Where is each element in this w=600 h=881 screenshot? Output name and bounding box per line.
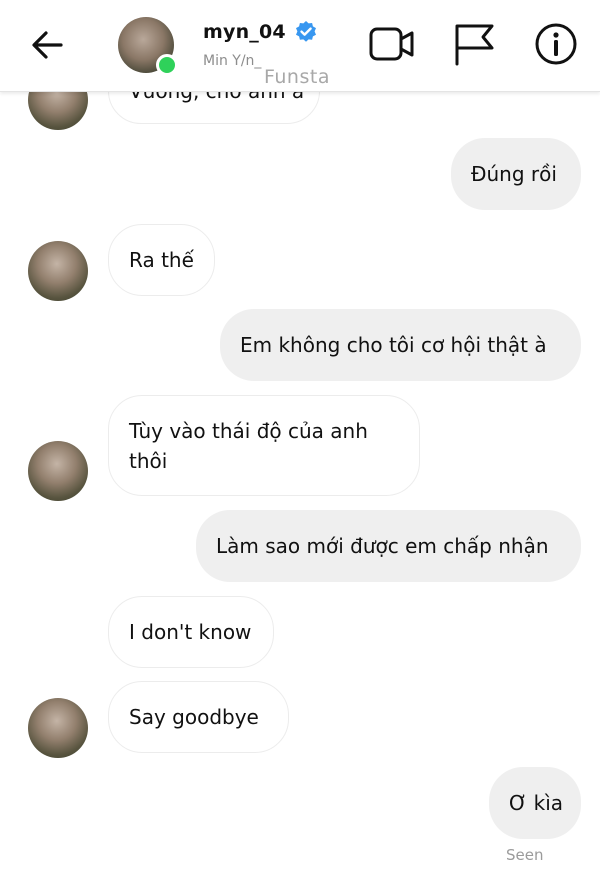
seen-status: Seen	[506, 846, 544, 864]
display-name: Min Y/n_	[203, 53, 262, 69]
message-bubble-outgoing[interactable]: Em không cho tôi cơ hội thật à	[220, 309, 581, 381]
flag-icon	[455, 24, 494, 66]
message-bubble-outgoing[interactable]: Làm sao mới được em chấp nhận	[196, 510, 581, 582]
sender-avatar[interactable]	[28, 441, 88, 501]
report-button[interactable]	[450, 21, 498, 67]
message-thread: Vương, cho anh à Đúng rồi Ra thế Em khôn…	[0, 0, 600, 881]
watermark-text: Funsta	[264, 66, 330, 88]
info-icon	[535, 23, 577, 65]
online-indicator	[156, 54, 178, 76]
message-bubble-incoming[interactable]: Tùy vào thái độ của anh thôi	[108, 395, 420, 496]
message-bubble-incoming[interactable]: Ra thế	[108, 224, 215, 296]
video-camera-icon	[369, 27, 414, 61]
verified-badge-icon	[295, 21, 316, 42]
arrow-left-icon	[32, 31, 63, 59]
profile-name-row[interactable]: myn_04	[203, 20, 318, 44]
username: myn_04	[203, 21, 286, 43]
video-call-button[interactable]	[368, 21, 416, 67]
message-bubble-incoming[interactable]: Say goodbye	[108, 681, 289, 753]
info-button[interactable]	[532, 21, 580, 67]
message-bubble-outgoing[interactable]: Đúng rồi	[451, 138, 581, 210]
sender-avatar[interactable]	[28, 241, 88, 301]
sender-avatar[interactable]	[28, 698, 88, 758]
profile-avatar[interactable]	[118, 17, 178, 76]
message-bubble-incoming[interactable]: I don't know	[108, 596, 274, 668]
back-button[interactable]	[26, 24, 68, 66]
chat-header: myn_04 Min Y/n_ Funsta	[0, 0, 600, 92]
message-bubble-outgoing[interactable]: Ơ kìa	[489, 767, 581, 839]
